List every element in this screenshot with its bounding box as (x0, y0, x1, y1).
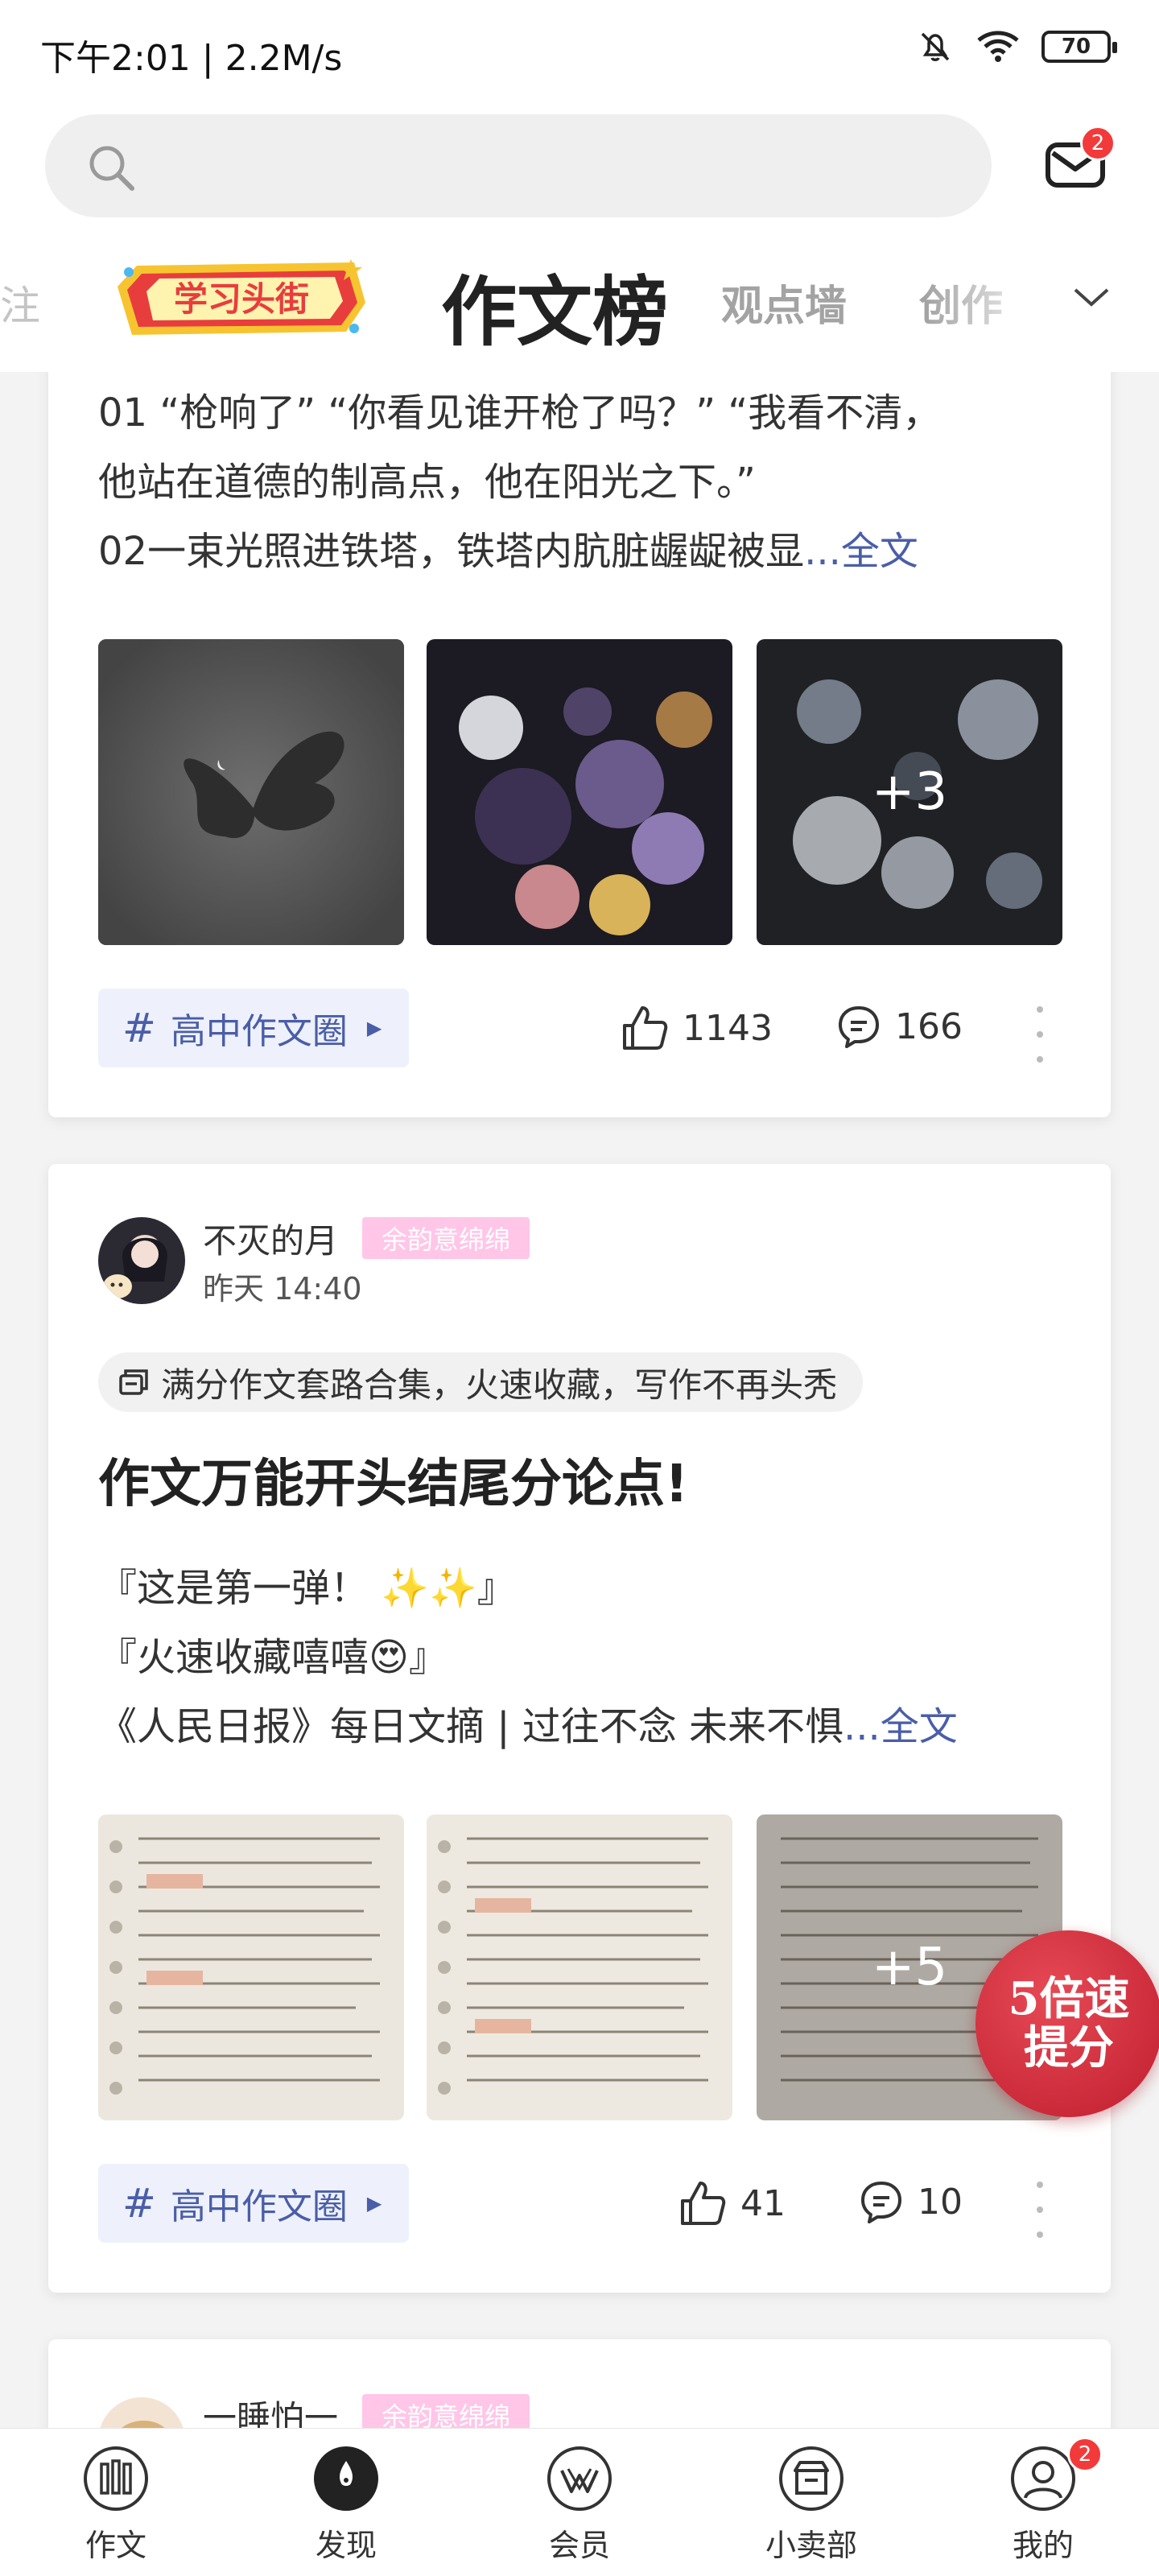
author-name[interactable]: 不灭的月 (203, 1214, 338, 1263)
search-icon (89, 146, 134, 191)
more-images-count: +3 (757, 639, 1062, 945)
comment-button[interactable]: 166 (835, 1003, 963, 1050)
like-button[interactable]: 1143 (620, 1003, 773, 1053)
discover-icon (314, 2446, 378, 2511)
avatar[interactable] (98, 1217, 185, 1304)
search-input[interactable] (45, 114, 992, 217)
mail-badge: 2 (1080, 126, 1116, 161)
nav-item-shop[interactable]: 小卖部 (731, 2443, 892, 2572)
essay-icon (84, 2446, 148, 2511)
excerpt-line: 他站在道德的制高点，他在阳光之下。” (98, 460, 756, 505)
nav-item-profile[interactable]: 我的 2 (963, 2437, 1124, 2572)
post-image[interactable] (427, 639, 732, 945)
tab-zuowenbang[interactable]: 作文榜 (441, 251, 668, 361)
thumbs-up-icon (623, 1006, 668, 1050)
speed-up-promo-button[interactable]: 5倍速 提分 (975, 1930, 1159, 2117)
status-bar: 下午2:01 | 2.2M/s 70 (0, 0, 1159, 97)
profile-badge: 2 (1067, 2437, 1103, 2472)
bottom-nav: 作文 发现 会员 小卖部 我的 2 (0, 2428, 1159, 2576)
wifi-icon (977, 31, 1019, 62)
excerpt-line: 『火速收藏嘻嘻😍』 (98, 1635, 448, 1680)
nav-item-vip[interactable]: 会员 (499, 2443, 660, 2572)
hashtag-icon: # (122, 2180, 156, 2227)
more-options-button[interactable] (1032, 1006, 1048, 1063)
full-text-link[interactable]: ...全文 (804, 529, 918, 574)
collection-label: 满分作文套路合集，火速收藏，写作不再头秃 (161, 1364, 838, 1405)
nav-label: 作文 (85, 2528, 146, 2563)
post-excerpt[interactable]: 01 “枪响了” “你看见谁开枪了吗？” “我看不清， 他站在道德的制高点，他在… (98, 378, 1080, 586)
promo-line-1: 5倍速 (1008, 1972, 1130, 2025)
post-card[interactable]: 01 “枪响了” “你看见谁开枪了吗？” “我看不清， 他站在道德的制高点，他在… (48, 354, 1111, 1117)
svg-text:学习头街: 学习头街 (174, 279, 309, 319)
like-count: 41 (740, 2182, 786, 2224)
post-image[interactable] (98, 1814, 404, 2120)
comment-count: 166 (895, 1005, 963, 1047)
tab-guandianqiang[interactable]: 观点墙 (721, 272, 847, 332)
post-time: 昨天 14:40 (203, 1271, 362, 1307)
thumbs-up-icon (681, 2182, 726, 2225)
promo-line-2: 提分 (1024, 2021, 1114, 2074)
collection-chip[interactable]: 满分作文套路合集，火速收藏，写作不再头秃 (98, 1352, 864, 1412)
caret-right-icon: ▶ (366, 2192, 382, 2215)
topic-label: 高中作文圈 (170, 2186, 348, 2227)
topic-label: 高中作文圈 (170, 1011, 348, 1052)
comment-icon (861, 2182, 901, 2223)
more-options-button[interactable] (1032, 2182, 1048, 2238)
status-time: 下午2:01 | 2.2M/s (40, 38, 343, 79)
post-excerpt[interactable]: 『这是第一弹！ ✨✨』 『火速收藏嘻嘻😍』 《人民日报》每日文摘 | 过往不念 … (98, 1554, 1080, 1761)
xuexi-toujie-logo[interactable]: 学习头街 (113, 254, 370, 343)
topic-chip[interactable]: # 高中作文圈 ▶ (98, 2164, 409, 2243)
status-icons: 70 (916, 27, 1117, 66)
comment-count: 10 (918, 2181, 963, 2223)
nav-label: 我的 (1012, 2528, 1074, 2563)
messages-button[interactable]: 2 (1043, 126, 1116, 196)
battery-indicator: 70 (1041, 31, 1117, 63)
post-image[interactable] (98, 639, 404, 945)
category-tabs: 注 学习头街 作文榜 观点墙 创作 (0, 233, 1159, 372)
nav-label: 会员 (548, 2528, 610, 2563)
post-image[interactable] (427, 1814, 732, 2120)
excerpt-line: 01 “枪响了” “你看见谁开枪了吗？” “我看不清， (98, 390, 942, 436)
excerpt-line: 02一束光照进铁塔，铁塔内肮脏龌龊被显...全文 (98, 529, 918, 574)
topic-chip[interactable]: # 高中作文圈 ▶ (98, 989, 409, 1067)
tabs-more-button[interactable] (1067, 274, 1116, 322)
like-count: 1143 (683, 1007, 773, 1049)
vip-icon (547, 2446, 612, 2511)
excerpt-line: 《人民日报》每日文摘 | 过往不念 未来不惧...全文 (98, 1704, 958, 1749)
tab-fragment[interactable]: 注 (0, 274, 40, 332)
full-text-link[interactable]: ...全文 (843, 1704, 958, 1749)
post-card[interactable]: 不灭的月 余韵意绵绵 昨天 14:40 满分作文套路合集，火速收藏，写作不再头秃… (48, 1164, 1111, 2293)
shop-icon (779, 2446, 843, 2511)
comment-button[interactable]: 10 (858, 2178, 963, 2225)
excerpt-line: 『这是第一弹！ ✨✨』 (98, 1566, 516, 1611)
comment-icon (839, 1006, 879, 1048)
post-image[interactable]: +3 (757, 639, 1062, 945)
nav-item-essay[interactable]: 作文 (35, 2443, 196, 2572)
nav-label: 小卖部 (765, 2528, 857, 2563)
collection-icon (119, 1369, 148, 1395)
chevron-down-icon (1074, 288, 1109, 307)
nav-item-discover[interactable]: 发现 (266, 2443, 427, 2572)
hashtag-icon: # (122, 1005, 156, 1051)
tabs-fade (926, 250, 1054, 354)
nav-label: 发现 (315, 2528, 377, 2563)
mute-bell-icon (921, 32, 950, 61)
author-tag: 余韵意绵绵 (362, 1217, 530, 1259)
caret-right-icon: ▶ (366, 1017, 382, 1039)
post-title[interactable]: 作文万能开头结尾分论点! (98, 1443, 688, 1517)
like-button[interactable]: 41 (678, 2178, 786, 2228)
search-row: 2 (0, 97, 1159, 233)
